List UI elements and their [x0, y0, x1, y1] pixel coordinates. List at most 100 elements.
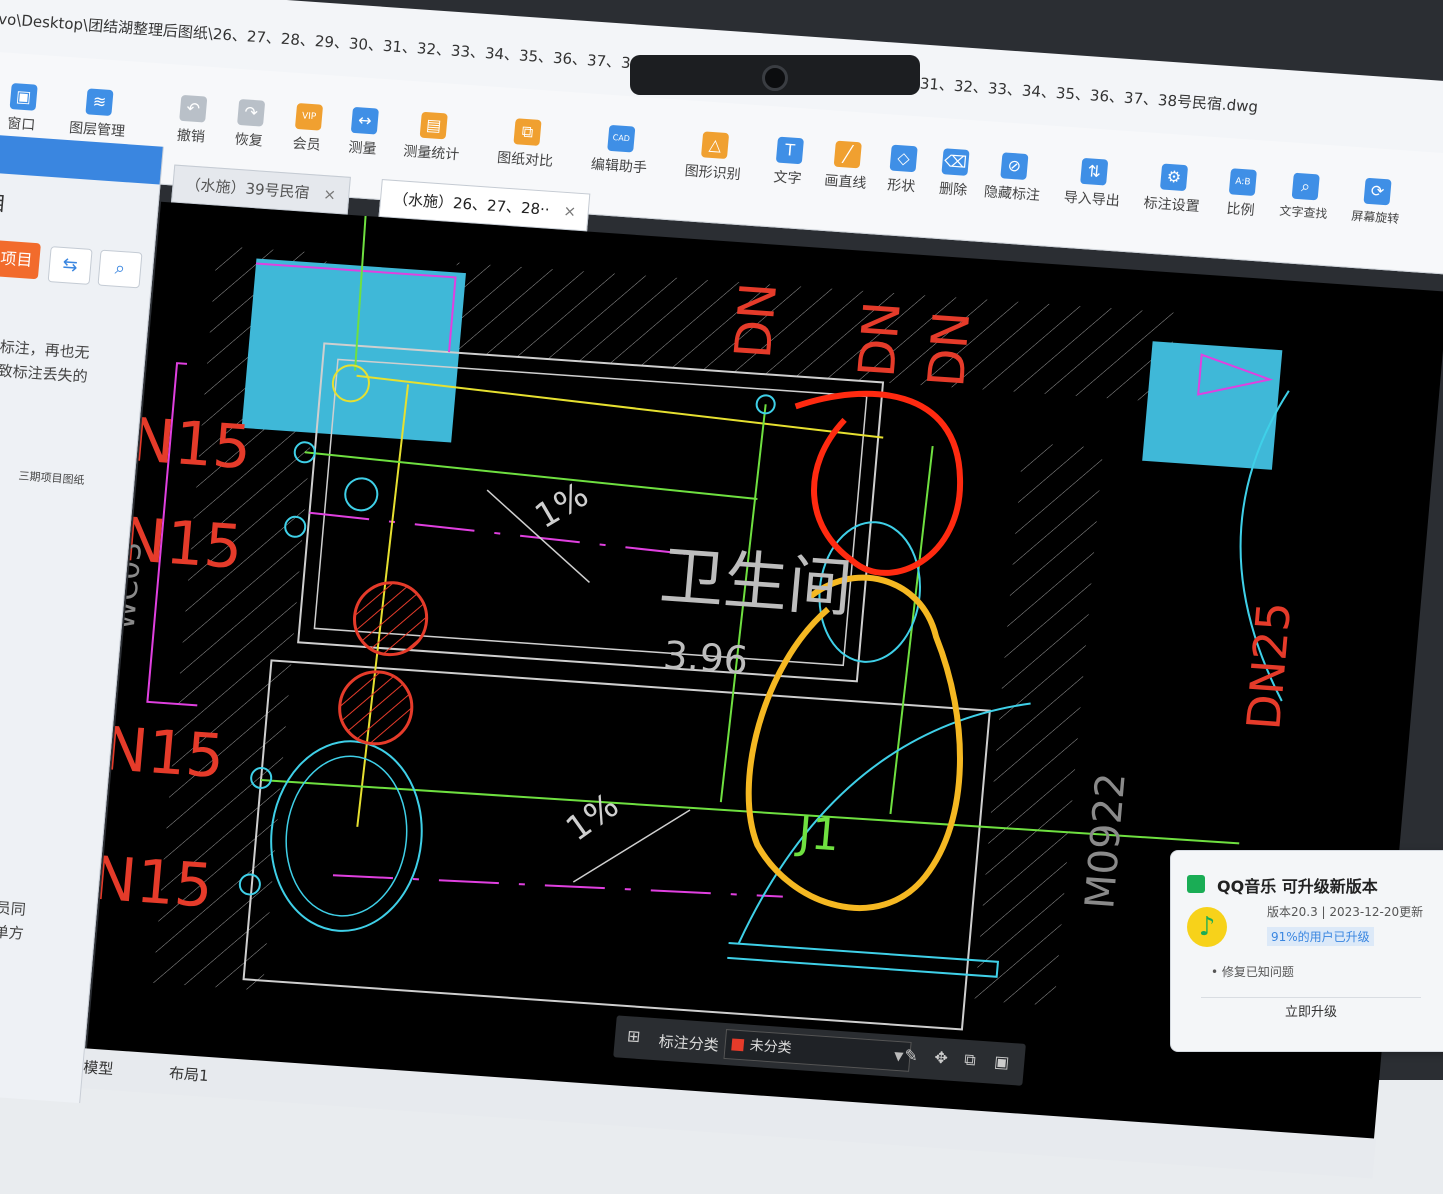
tab-label: （水施）26、27、28·· — [392, 189, 551, 219]
chevron-down-icon: ▼ — [893, 1048, 904, 1064]
ribbon-label: 会员 — [291, 135, 322, 154]
green-pipe — [304, 451, 758, 500]
screen-rotate-button[interactable]: ⟳ 屏幕旋转 — [1338, 176, 1416, 228]
import-export-button[interactable]: ⇅ 导入导出 — [1054, 156, 1132, 211]
copy-icon[interactable]: ⧉ — [963, 1050, 977, 1071]
floor-drain — [353, 581, 429, 657]
qqmusic-update-notification: QQ音乐 可升级新版本 ♪ 版本20.3 | 2023-12-20更新 91%的… — [1170, 850, 1443, 1052]
fix-note: • 修复已知问题 — [1211, 965, 1294, 979]
search-icon[interactable]: ⌕ — [97, 249, 143, 289]
pipe-label: N15 — [89, 844, 216, 922]
layer-manager-button[interactable]: ≋ 图层管理 — [58, 87, 138, 142]
ribbon-label: 测量 — [347, 139, 378, 158]
room-label: 卫生间 — [657, 540, 855, 627]
dn-label: DN — [848, 299, 912, 379]
measure-stats-icon: ▤ — [419, 111, 448, 140]
dn25-label: DN25 — [1236, 600, 1301, 732]
webcam — [630, 55, 920, 95]
ribbon-label: 屏幕旋转 — [1350, 208, 1400, 227]
measure-stats-button[interactable]: ▤ 测量统计 — [394, 110, 472, 165]
music-note-icon: ♪ — [1187, 907, 1227, 947]
dimension-label: 3.96 — [662, 633, 750, 683]
ribbon-label: 编辑助手 — [590, 156, 648, 177]
washbasin — [270, 740, 423, 932]
pipe-label: N15 — [100, 714, 227, 792]
upgrade-percent: 91%的用户已升级 — [1267, 927, 1374, 946]
floor-drain — [338, 670, 414, 746]
sync-icon[interactable]: ⇆ — [47, 246, 93, 285]
column-fill — [1142, 341, 1283, 470]
edit-assistant-button[interactable]: CAD 编辑助手 — [581, 123, 659, 178]
ribbon-label: 图纸对比 — [496, 150, 554, 170]
annotation-category-label: 标注分类 — [657, 1032, 720, 1055]
grid-icon[interactable]: ⊞ — [626, 1026, 641, 1046]
ribbon-label: 文字 — [772, 169, 803, 188]
ribbon-label: 标注设置 — [1142, 195, 1201, 216]
ribbon-label: 图形识别 — [683, 163, 742, 184]
hide-annotation-button[interactable]: ⊘ 隐藏标注 — [974, 151, 1052, 206]
move-icon[interactable]: ✥ — [934, 1048, 949, 1068]
annotation-category-select[interactable]: 未分类 ▼ — [723, 1029, 912, 1072]
promo-text: 人此变得简单方 — [0, 917, 25, 943]
shape-icon: ◇ — [889, 144, 918, 173]
ribbon-label: 窗口 — [6, 115, 36, 134]
line-icon: ╱ — [833, 140, 862, 169]
text-icon: T — [775, 136, 804, 165]
upgrade-project-button[interactable]: 级项目 — [0, 239, 41, 280]
tab-label: （水施）39号民宿 — [184, 175, 311, 202]
door-label: M0922 — [1077, 771, 1135, 910]
text-search-button[interactable]: ⌕ 文字查找 — [1266, 171, 1344, 223]
vip-icon: VIP — [294, 102, 324, 131]
door-leaf — [727, 941, 1000, 978]
close-icon[interactable]: × — [563, 202, 577, 221]
slope-label: 1% — [559, 785, 626, 849]
measure-button[interactable]: ↔ 测量 — [330, 106, 398, 160]
shower-head — [344, 477, 379, 512]
shape-recognize-icon: △ — [700, 131, 730, 160]
shape-recognize-button[interactable]: △ 图形识别 — [675, 130, 753, 185]
window-button[interactable]: ▣ 窗口 — [0, 82, 57, 136]
screen-rotate-icon: ⟳ — [1363, 177, 1392, 206]
upgrade-now-button[interactable]: 立即升级 — [1201, 997, 1421, 1028]
compare-icon: ⧉ — [513, 118, 542, 146]
wall-top — [449, 262, 1176, 403]
panel-title: 目 — [0, 190, 8, 216]
qqmusic-logo-icon — [1187, 875, 1205, 893]
tab-layout1[interactable]: 布局1 — [168, 1062, 209, 1086]
version-info: 版本20.3 | 2023-12-20更新 — [1267, 905, 1424, 919]
promo-text: 纸和标注，再也无 — [0, 335, 91, 363]
ribbon-label: 隐藏标注 — [983, 184, 1041, 204]
ribbon-label: 比例 — [1225, 201, 1256, 219]
scale-icon: A:B — [1228, 168, 1257, 196]
magenta-centerline — [309, 511, 693, 556]
fixture-label: J1 — [793, 807, 841, 861]
import-export-icon: ⇅ — [1080, 157, 1109, 186]
magenta-centerline — [332, 874, 783, 898]
compare-button[interactable]: ⧉ 图纸对比 — [487, 117, 565, 172]
ribbon-label: 导入导出 — [1063, 189, 1121, 210]
annotation-settings-icon: ⚙ — [1159, 163, 1189, 192]
layers-icon: ≋ — [85, 88, 114, 117]
green-pipe — [889, 445, 934, 815]
ribbon-label: 画直线 — [823, 172, 867, 192]
category-value: 未分类 — [749, 1037, 793, 1057]
ribbon-label: 撤销 — [176, 127, 206, 146]
dn-label: DN — [917, 309, 981, 389]
close-icon[interactable]: × — [323, 185, 337, 204]
hide-annotation-icon: ⊘ — [1000, 152, 1029, 181]
ribbon-label: 文字查找 — [1278, 203, 1329, 222]
dn-label: DN — [724, 281, 788, 361]
ribbon-label: 删除 — [938, 180, 968, 199]
paste-icon[interactable]: ▣ — [993, 1052, 1010, 1072]
webcam-lens — [762, 65, 788, 91]
undo-icon: ↶ — [179, 94, 208, 123]
edit-icon[interactable]: ✎ — [904, 1046, 919, 1066]
yellow-markup-circle — [745, 574, 963, 912]
washbasin-inner — [285, 755, 408, 917]
tab-model[interactable]: 模型 — [82, 1056, 115, 1079]
slope-label: 1% — [528, 475, 595, 537]
redo-icon: ↷ — [237, 98, 266, 127]
window-icon: ▣ — [9, 83, 38, 111]
promo-text: 三，其他成员同 — [0, 893, 27, 919]
annotation-settings-button[interactable]: ⚙ 标注设置 — [1134, 162, 1212, 217]
